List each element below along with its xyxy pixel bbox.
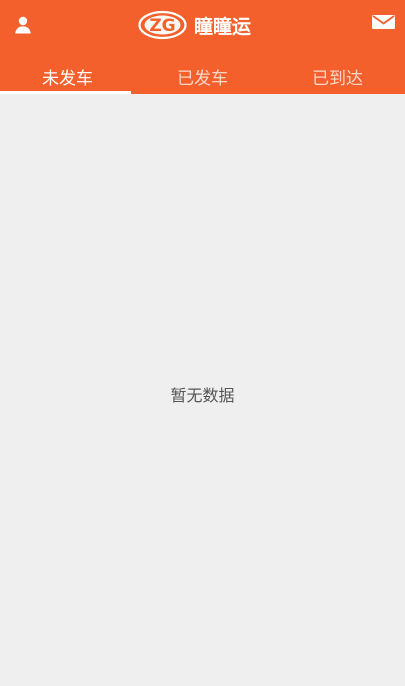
tab-arrived[interactable]: 已到达 (270, 54, 405, 94)
brand-name: 瞳瞳运 (194, 15, 252, 38)
brand: ZG 瞳瞳运 (138, 9, 251, 41)
top-bar: ZG 瞳瞳运 (0, 0, 405, 52)
tab-departed[interactable]: 已发车 (135, 54, 270, 94)
empty-state-text: 暂无数据 (170, 386, 235, 405)
tab-arrived-label: 已到达 (312, 69, 363, 89)
status-tabs: 未发车 已发车 已到达 (0, 54, 405, 94)
messages-button[interactable] (370, 11, 396, 33)
order-status-screen: ZG 瞳瞳运 未发车 已发车 已到达 暂无数据 (0, 0, 405, 686)
zg-logo-icon: ZG (138, 10, 187, 40)
tab-not-departed-label: 未发车 (42, 69, 93, 89)
mail-icon (371, 15, 395, 29)
logo-text: ZG (149, 16, 175, 36)
app-header: ZG 瞳瞳运 未发车 已发车 已到达 (0, 0, 405, 94)
user-profile-button[interactable] (10, 14, 36, 36)
active-tab-indicator (0, 91, 131, 94)
tab-not-departed[interactable]: 未发车 (0, 54, 135, 94)
tab-departed-label: 已发车 (177, 69, 228, 89)
user-icon (15, 16, 31, 34)
